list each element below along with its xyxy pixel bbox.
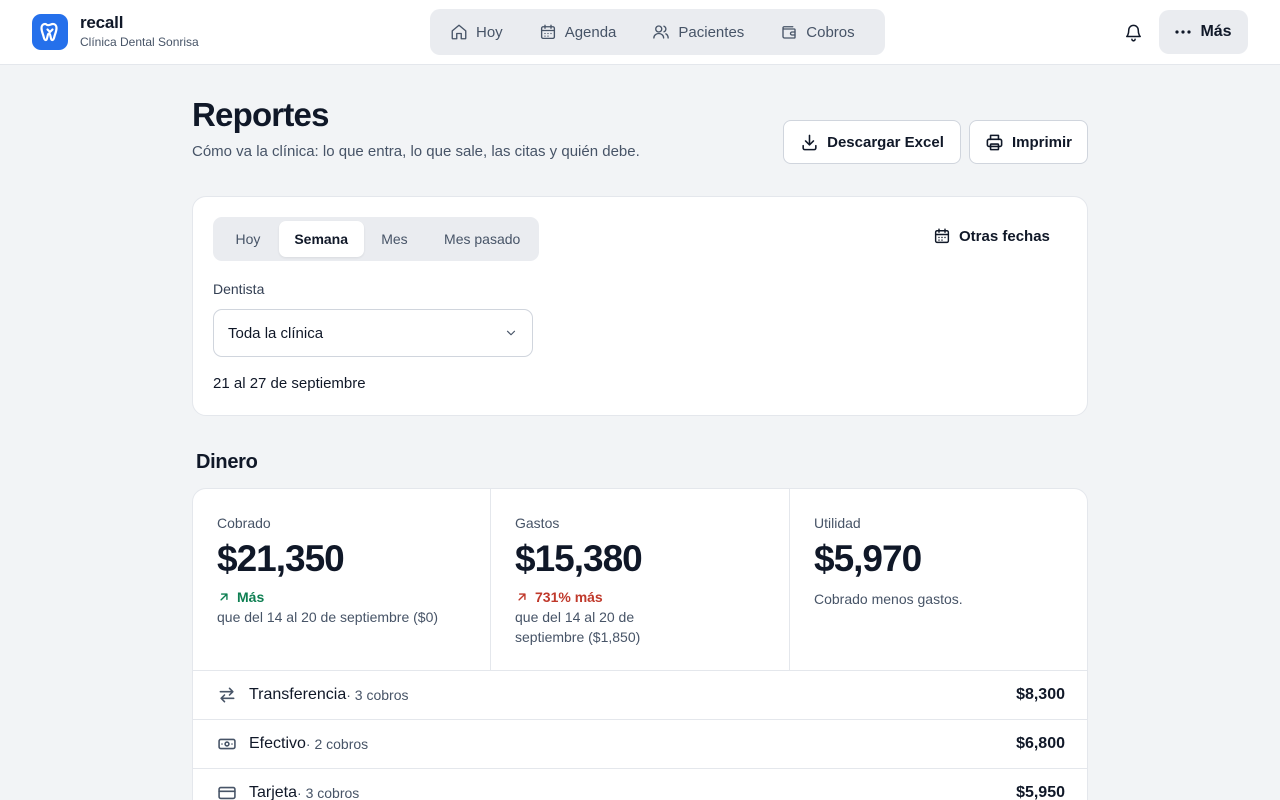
filter-card: Hoy Semana Mes Mes pasado Otras fechas D… bbox=[192, 196, 1088, 416]
stat-value: $21,350 bbox=[217, 538, 345, 579]
payment-method-amount: $8,300 bbox=[1016, 686, 1065, 703]
nav-item-pacientes[interactable]: Pacientes bbox=[642, 14, 754, 50]
payment-method-name: Transferencia bbox=[249, 686, 347, 703]
stat-value: $15,380 bbox=[515, 538, 643, 579]
print-button[interactable]: Imprimir bbox=[969, 120, 1088, 164]
payment-method-amount: $5,950 bbox=[1016, 784, 1065, 800]
top-bar: recall Clínica Dental Sonrisa Hoy Agenda… bbox=[0, 0, 1280, 65]
stat-note-line: que del 14 al 20 de bbox=[515, 609, 635, 625]
money-card: Cobrado $21,350 Más que del 14 al 20 de … bbox=[192, 488, 1088, 800]
download-excel-label: Descargar Excel bbox=[827, 133, 944, 151]
payment-method-count: · 3 cobros bbox=[297, 785, 360, 800]
expenses-stat: Gastos $15,380 731% más que del 14 al 20… bbox=[491, 489, 790, 670]
brand[interactable]: recall Clínica Dental Sonrisa bbox=[32, 14, 199, 50]
transfer-icon bbox=[219, 687, 235, 703]
notifications-button[interactable] bbox=[1120, 19, 1146, 45]
period-semana[interactable]: Semana bbox=[278, 221, 364, 257]
trend-up: Más bbox=[217, 589, 466, 605]
collected-stat: Cobrado $21,350 Más que del 14 al 20 de … bbox=[193, 489, 491, 670]
stat-note: Cobrado menos gastos. bbox=[814, 591, 963, 607]
trend-text: Más bbox=[237, 589, 265, 605]
users-icon bbox=[653, 25, 670, 39]
home-icon bbox=[451, 24, 467, 40]
payment-method-name: Efectivo bbox=[249, 735, 306, 752]
payment-method-count: · 2 cobros bbox=[305, 736, 369, 752]
stat-note: que del 14 al 20 de septiembre ($0) bbox=[217, 609, 439, 625]
section-title-money: Dinero bbox=[196, 451, 258, 473]
wallet-icon bbox=[782, 26, 796, 39]
period-selector: Hoy Semana Mes Mes pasado bbox=[213, 217, 539, 261]
cash-icon bbox=[218, 738, 236, 750]
chevron-down-icon bbox=[506, 330, 516, 336]
nav-item-hoy[interactable]: Hoy bbox=[440, 14, 513, 50]
printer-icon bbox=[986, 134, 1003, 150]
clinic-name: Clínica Dental Sonrisa bbox=[80, 35, 199, 49]
stat-note: que del 14 al 20 de septiembre ($1,850) bbox=[515, 607, 765, 647]
arrow-up-right-icon bbox=[220, 593, 228, 601]
profit-stat: Utilidad $5,970 Cobrado menos gastos. bbox=[790, 489, 1087, 670]
main-nav: Hoy Agenda Pacientes Cobros bbox=[430, 9, 885, 55]
calendar-icon bbox=[934, 228, 950, 244]
nav-label: Cobros bbox=[806, 23, 855, 41]
other-dates-label: Otras fechas bbox=[959, 227, 1050, 245]
print-label: Imprimir bbox=[1011, 133, 1072, 151]
period-mes-pasado[interactable]: Mes pasado bbox=[425, 221, 539, 257]
nav-label: Hoy bbox=[476, 23, 503, 41]
nav-item-agenda[interactable]: Agenda bbox=[529, 14, 627, 50]
download-excel-button[interactable]: Descargar Excel bbox=[783, 120, 961, 164]
nav-label: Agenda bbox=[564, 23, 617, 41]
calendar-icon bbox=[540, 24, 555, 40]
payment-method-row[interactable]: Tarjeta · 3 cobros $5,950 bbox=[193, 768, 1087, 800]
trend-up: 731% más bbox=[515, 589, 765, 605]
dentist-label: Dentista bbox=[213, 281, 265, 297]
brand-name: recall bbox=[80, 13, 124, 32]
dentist-select[interactable]: Toda la clínica bbox=[213, 309, 533, 357]
more-label: Más bbox=[1200, 23, 1232, 40]
period-mes[interactable]: Mes bbox=[364, 221, 426, 257]
stat-value: $5,970 bbox=[814, 538, 922, 579]
download-icon bbox=[802, 134, 817, 150]
stat-label: Gastos bbox=[515, 515, 560, 531]
payment-method-count: · 3 cobros bbox=[346, 687, 409, 703]
dentist-value: Toda la clínica bbox=[228, 324, 324, 342]
bell-icon bbox=[1125, 24, 1141, 41]
card-icon bbox=[218, 786, 236, 800]
payment-method-amount: $6,800 bbox=[1016, 735, 1065, 752]
other-dates-button[interactable]: Otras fechas bbox=[933, 227, 1050, 245]
date-range: 21 al 27 de septiembre bbox=[213, 375, 366, 392]
trend-text: 731% más bbox=[535, 589, 603, 605]
arrow-up-right-icon bbox=[518, 593, 526, 601]
page-title: Reportes bbox=[192, 96, 329, 133]
stat-note-line: septiembre ($1,850) bbox=[515, 629, 641, 645]
stat-label: Cobrado bbox=[217, 515, 271, 531]
tooth-logo-icon bbox=[32, 14, 68, 50]
stat-label: Utilidad bbox=[814, 515, 861, 531]
page-subtitle: Cómo va la clínica: lo que entra, lo que… bbox=[192, 143, 640, 160]
period-hoy[interactable]: Hoy bbox=[217, 221, 279, 257]
dots-icon bbox=[1175, 30, 1192, 34]
nav-item-cobros[interactable]: Cobros bbox=[770, 14, 864, 50]
payment-method-name: Tarjeta bbox=[249, 784, 298, 800]
payment-method-row[interactable]: Efectivo · 2 cobros $6,800 bbox=[193, 719, 1087, 768]
more-button[interactable]: Más bbox=[1159, 10, 1248, 54]
nav-label: Pacientes bbox=[678, 23, 745, 41]
payment-method-row[interactable]: Transferencia · 3 cobros $8,300 bbox=[193, 670, 1087, 719]
